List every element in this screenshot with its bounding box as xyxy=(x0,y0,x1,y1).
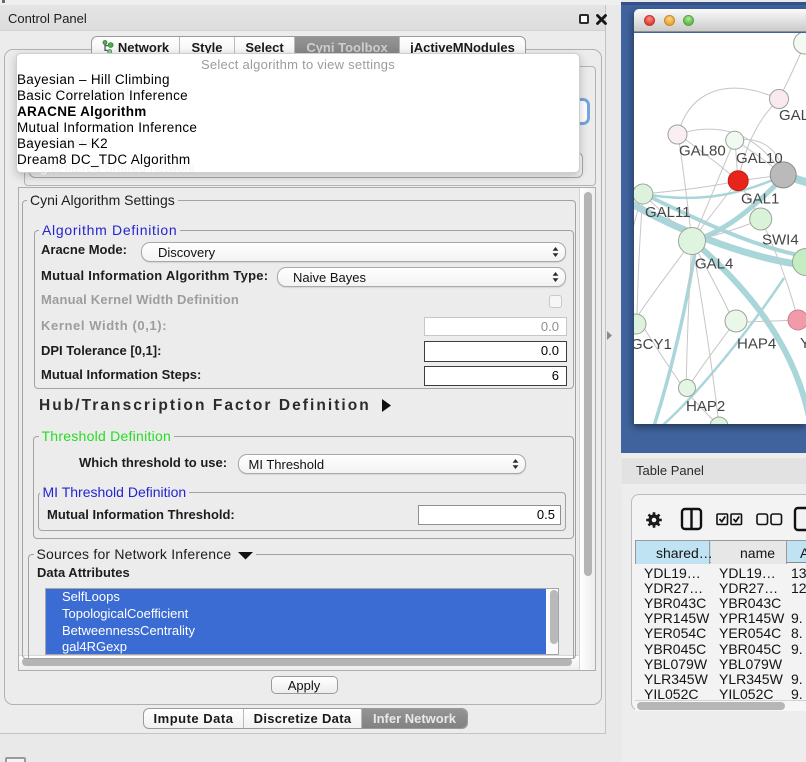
svg-text:GAL2: GAL2 xyxy=(779,107,806,124)
svg-text:GCY1: GCY1 xyxy=(634,336,672,353)
svg-text:HAP2: HAP2 xyxy=(686,398,725,415)
svg-text:GAL80: GAL80 xyxy=(679,143,726,160)
svg-text:GAL1: GAL1 xyxy=(741,191,779,208)
svg-text:YM: YM xyxy=(800,335,806,352)
svg-text:SWI4: SWI4 xyxy=(762,232,799,249)
svg-text:GAL4: GAL4 xyxy=(695,256,733,273)
svg-text:GAL10: GAL10 xyxy=(736,150,783,167)
svg-text:HAP4: HAP4 xyxy=(737,336,776,353)
svg-text:GAL11: GAL11 xyxy=(645,204,691,221)
